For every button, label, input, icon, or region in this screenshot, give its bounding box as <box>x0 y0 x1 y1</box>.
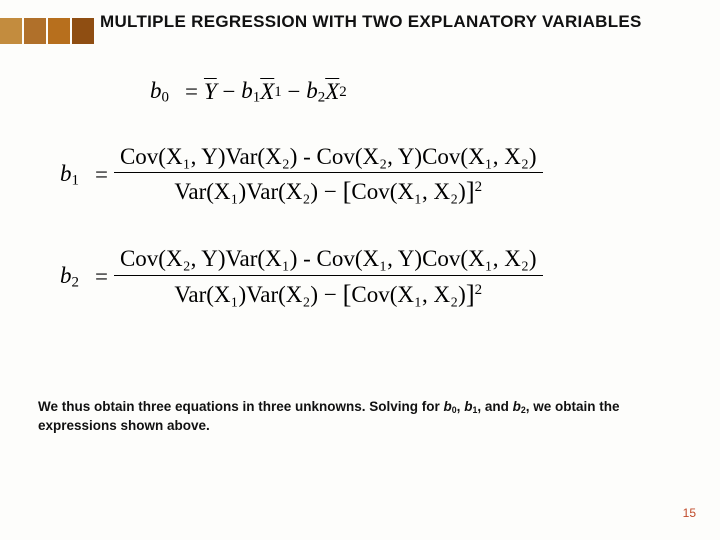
page-number: 15 <box>683 506 696 520</box>
formula-block: b0 = Y − b1 X1 − b2 X2 b1 = Cov(X₁, Y)Va… <box>60 60 680 345</box>
equation-b2: b2 = Cov(X₂, Y)Var(X₁) - Cov(X₁, Y)Cov(X… <box>60 243 680 311</box>
deco-block <box>24 18 46 44</box>
page-title: MULTIPLE REGRESSION WITH TWO EXPLANATORY… <box>100 12 700 32</box>
deco-block <box>48 18 70 44</box>
eq2-numerator: Cov(X₂, Y)Var(X₁) - Cov(X₁, Y)Cov(X₁, X₂… <box>114 243 543 275</box>
title-decoration <box>0 18 96 44</box>
deco-block <box>72 18 94 44</box>
equation-b1: b1 = Cov(X₁, Y)Var(X₂) - Cov(X₂, Y)Cov(X… <box>60 141 680 209</box>
equation-b0: b0 = Y − b1 X1 − b2 X2 <box>150 78 680 107</box>
deco-block <box>0 18 22 44</box>
eq2-denominator: Var(X₁)Var(X₂) − [Cov(X₁, X₂)]2 <box>168 276 488 312</box>
caption-text: We thus obtain three equations in three … <box>38 398 680 435</box>
eq1-denominator: Var(X₁)Var(X₂) − [Cov(X₁, X₂)]2 <box>168 173 488 209</box>
eq1-numerator: Cov(X₁, Y)Var(X₂) - Cov(X₂, Y)Cov(X₁, X₂… <box>114 141 543 173</box>
